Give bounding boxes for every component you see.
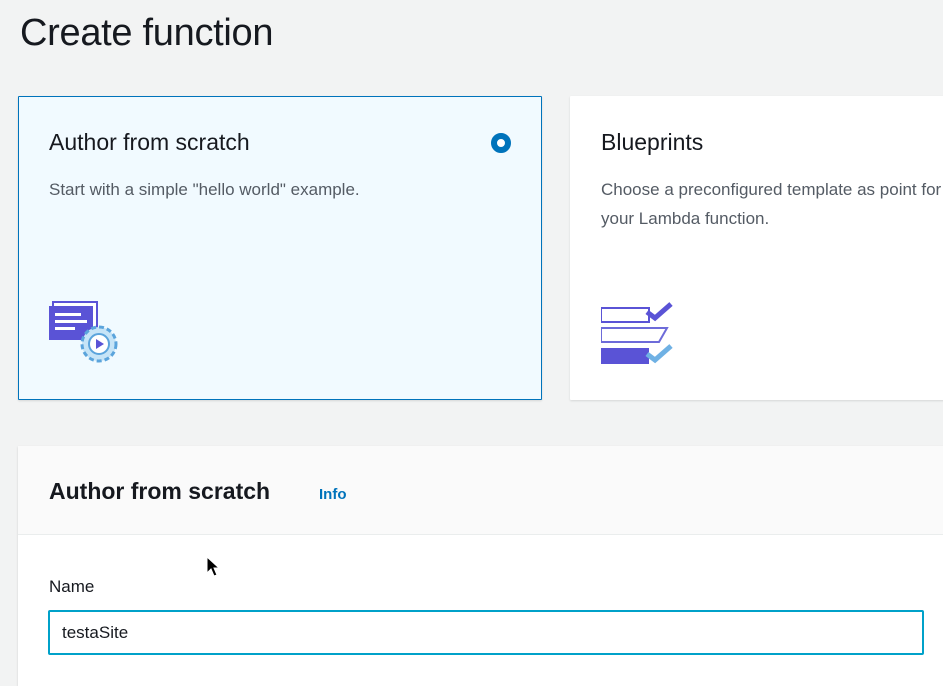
option-author-from-scratch[interactable]: Author from scratch Start with a simple … xyxy=(18,96,542,400)
option-description: Start with a simple "hello world" exampl… xyxy=(49,180,360,199)
option-title: Author from scratch xyxy=(49,129,250,155)
option-description: Choose a preconfigured template as point… xyxy=(601,180,942,228)
info-link[interactable]: Info xyxy=(319,486,347,503)
author-from-scratch-panel: Author from scratch Info Name xyxy=(18,446,943,686)
name-label: Name xyxy=(49,577,95,596)
page-title: Create function xyxy=(20,12,274,54)
code-gear-icon xyxy=(49,300,125,375)
panel-header: Author from scratch Info xyxy=(18,446,943,535)
mouse-cursor-icon xyxy=(206,555,221,583)
function-name-input[interactable] xyxy=(48,610,924,655)
option-title: Blueprints xyxy=(601,129,704,155)
radio-selected-icon[interactable] xyxy=(491,133,511,153)
panel-title: Author from scratch xyxy=(49,478,271,504)
checklist-icon xyxy=(600,300,677,375)
option-blueprints[interactable]: Blueprints Choose a preconfigured templa… xyxy=(570,96,943,400)
